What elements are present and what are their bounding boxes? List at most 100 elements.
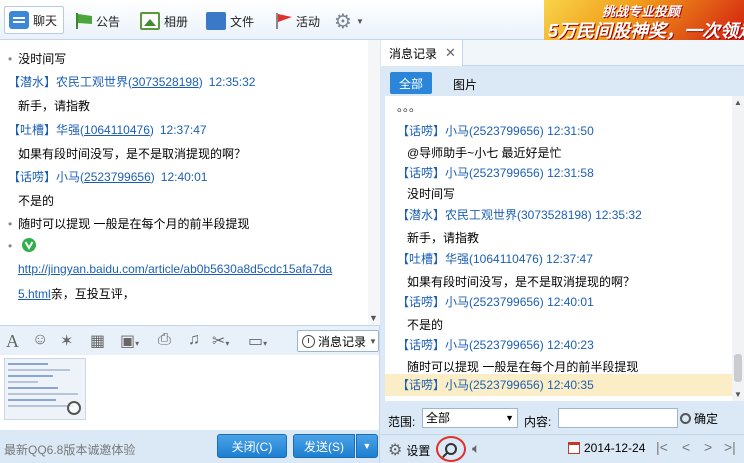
- date-picker[interactable]: 2014-12-24: [568, 441, 645, 455]
- tab-notice-label: 公告: [96, 14, 121, 29]
- history-body: 没时间写: [407, 187, 456, 201]
- tab-file[interactable]: 文件: [206, 8, 254, 34]
- message-history-label: 消息记录: [318, 334, 367, 349]
- history-header-selected[interactable]: 【话唠】小马(2523799656) 12:40:35: [385, 374, 732, 396]
- prev-page-icon[interactable]: <: [682, 439, 690, 455]
- scroll-down-icon[interactable]: ▼: [369, 313, 378, 323]
- message-body: 不是的: [18, 194, 55, 208]
- message-body: 新手，请指教: [18, 99, 91, 113]
- magic-icon[interactable]: ✶: [60, 331, 73, 351]
- promo-text[interactable]: 最新QQ6.8版本诚邀体验: [4, 441, 135, 458]
- music-icon[interactable]: ♫: [188, 331, 200, 349]
- close-icon[interactable]: ✕: [445, 45, 456, 61]
- message-body: • 随时可以提现 一般是在每个月的前半段提现: [8, 217, 250, 231]
- file-send-icon[interactable]: ⎙: [158, 331, 171, 349]
- chevron-down-icon: ▼: [355, 16, 364, 26]
- scope-value: 全部: [426, 411, 451, 425]
- chat-scrollbar[interactable]: ▼: [368, 40, 380, 325]
- tab-message-history[interactable]: 消息记录 ✕: [381, 40, 463, 66]
- history-body: @导师助手~小七 最近好是忙: [407, 146, 562, 160]
- send-button[interactable]: 发送(S): [293, 434, 355, 458]
- tab-notice[interactable]: 公告: [74, 8, 120, 34]
- history-subtabs: [381, 66, 744, 96]
- calendar-icon: [568, 442, 580, 454]
- event-flag-icon: [274, 12, 292, 30]
- article-link-tail[interactable]: 5.html: [18, 287, 51, 301]
- history-body: 随时可以提现 一般是在每个月的前半段提现: [407, 360, 639, 374]
- last-page-icon[interactable]: >|: [724, 439, 736, 455]
- settings-label: 设置: [406, 443, 431, 458]
- scope-select[interactable]: 全部 ▼: [422, 408, 518, 428]
- confirm-label: 确定: [694, 411, 719, 426]
- speaker-icon[interactable]: 🔈︎: [472, 440, 480, 457]
- ad-banner[interactable]: 挑战专业投顾 5万民间股神奖，一次领走: [544, 0, 744, 40]
- file-icon: [206, 12, 226, 30]
- shake-icon[interactable]: ▭▾: [248, 331, 267, 351]
- tab-album[interactable]: 相册: [140, 8, 188, 34]
- tab-album-label: 相册: [164, 14, 189, 29]
- tab-message-history-label: 消息记录: [389, 46, 438, 61]
- verified-icon: [21, 238, 36, 253]
- chat-icon: [9, 11, 29, 29]
- tab-chat-label: 聊天: [33, 13, 58, 28]
- tab-event[interactable]: 活动: [274, 8, 320, 34]
- user-id-link[interactable]: 2523799656: [84, 170, 151, 184]
- tab-event-label: 活动: [296, 14, 321, 29]
- image-icon[interactable]: ▦: [90, 331, 105, 351]
- gear-icon: ⚙: [334, 10, 352, 33]
- scroll-down-icon[interactable]: ▼: [734, 390, 742, 399]
- send-options-button[interactable]: ▼: [356, 434, 378, 458]
- first-page-icon[interactable]: |<: [656, 439, 668, 455]
- tab-file-label: 文件: [230, 14, 255, 29]
- history-body: 新手，请指教: [407, 231, 480, 245]
- history-header: 【吐槽】华强(1064110476) 12:37:47: [397, 252, 593, 266]
- message-header: 【话唠】小马(2523799656) 12:40:01: [8, 170, 208, 184]
- next-page-icon[interactable]: >: [704, 439, 712, 455]
- article-link[interactable]: http://jingyan.baidu.com/article/ab0b563…: [18, 262, 332, 276]
- user-id-link[interactable]: 1064110476: [84, 123, 150, 137]
- user-id-link[interactable]: 3073528198: [132, 75, 199, 89]
- content-search-input[interactable]: [558, 408, 678, 428]
- message-header: 【吐槽】华强(1064110476) 12:37:47: [8, 123, 207, 137]
- bullet-icon: •: [8, 52, 13, 66]
- history-search-button[interactable]: [436, 436, 466, 462]
- screenshot-icon[interactable]: ✂▾: [212, 331, 229, 351]
- font-icon[interactable]: A: [6, 331, 19, 352]
- message-history-button[interactable]: 消息记录 ▼: [297, 330, 379, 352]
- history-header: 【话唠】小马(2523799656) 12:40:01: [397, 295, 594, 309]
- zoom-icon[interactable]: [67, 401, 81, 415]
- banner-line2: 5万民间股神奖，一次领走: [548, 21, 744, 40]
- clock-icon: [302, 334, 315, 348]
- chevron-down-icon: ▼: [369, 336, 377, 346]
- message-body: •: [8, 238, 36, 253]
- album-icon: [140, 12, 160, 30]
- subtab-all[interactable]: 全部: [390, 72, 432, 94]
- history-ellipsis: 。。。: [397, 100, 422, 114]
- history-settings-button[interactable]: ⚙ 设置: [388, 440, 430, 460]
- settings-menu[interactable]: ⚙ ▼: [334, 8, 364, 34]
- confirm-search-button[interactable]: 确定: [680, 408, 742, 428]
- tab-chat[interactable]: 聊天: [4, 6, 65, 34]
- bullet-icon: •: [8, 217, 13, 231]
- search-icon: [445, 443, 457, 455]
- chevron-down-icon: ▼: [505, 413, 514, 423]
- scrollbar-thumb[interactable]: [734, 354, 742, 382]
- emoji-icon[interactable]: ☺: [32, 331, 48, 349]
- subtab-images[interactable]: 图片: [453, 76, 477, 93]
- history-header: 【话唠】小马(2523799656) 12:40:23: [397, 338, 594, 352]
- scroll-up-icon[interactable]: ▲: [734, 98, 742, 107]
- close-button[interactable]: 关闭(C): [217, 434, 287, 458]
- history-body: 如果有段时间没写，是不是取消提现的啊？: [407, 275, 636, 289]
- notice-icon: [74, 12, 92, 30]
- scope-label: 范围:: [388, 415, 416, 429]
- bullet-icon: •: [8, 239, 13, 253]
- message-body: 5.html亲，互投互评，: [18, 287, 135, 301]
- history-scrollbar[interactable]: ▲ ▼: [732, 96, 744, 401]
- history-list: 。。。 【话唠】小马(2523799656) 12:31:50 @导师助手~小七…: [385, 96, 732, 401]
- history-header: 【潜水】农民工观世界(3073528198) 12:35:32: [397, 208, 642, 222]
- gear-icon: ⚙: [388, 442, 403, 459]
- image-menu-icon[interactable]: ▣▾: [120, 331, 139, 351]
- chat-line: • 没时间写: [8, 52, 67, 66]
- message-body: 如果有段时间没写，是不是取消提现的啊？: [18, 147, 247, 161]
- pasted-screenshot-thumbnail[interactable]: [4, 358, 86, 420]
